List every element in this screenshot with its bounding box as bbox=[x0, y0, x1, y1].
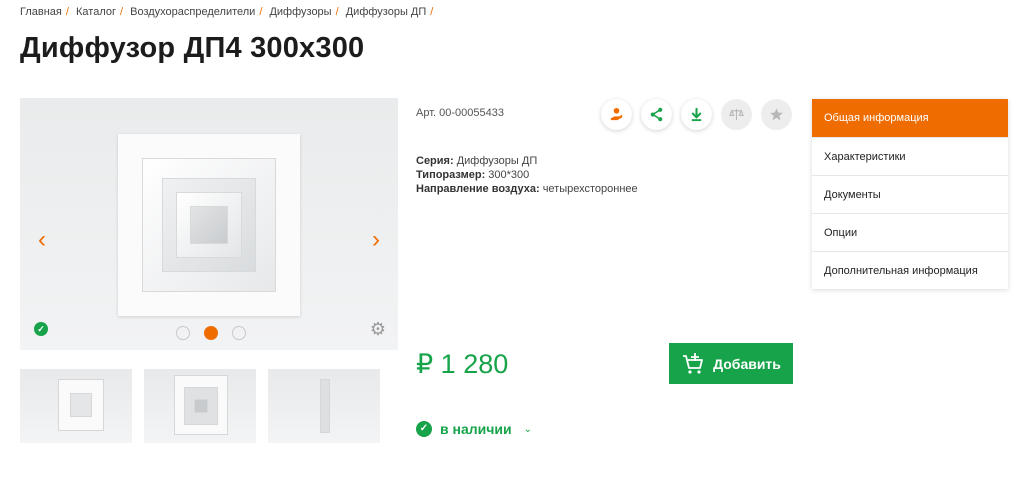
breadcrumb-dp-diffusers[interactable]: Диффузоры ДП bbox=[346, 6, 427, 18]
spec-size: Типоразмер: 300*300 bbox=[416, 169, 530, 181]
gallery-dot-active[interactable] bbox=[204, 326, 218, 340]
hand-coin-button[interactable] bbox=[601, 99, 632, 130]
download-icon bbox=[691, 107, 702, 122]
product-specs: Серия: Диффузоры ДП Типоразмер: 300*300 … bbox=[416, 154, 638, 196]
add-to-cart-button[interactable]: Добавить bbox=[669, 343, 793, 384]
product-gallery: ‹ › ✓ ⚙ bbox=[20, 98, 398, 350]
hand-coin-icon bbox=[610, 107, 623, 121]
breadcrumb-catalog[interactable]: Каталог bbox=[76, 6, 116, 18]
product-price: ₽ 1 280 bbox=[416, 349, 509, 379]
breadcrumb-separator: / bbox=[335, 6, 339, 18]
breadcrumb-separator: / bbox=[65, 6, 69, 18]
breadcrumb: Главная / Каталог / Воздухораспределители /… bbox=[20, 6, 437, 18]
page-title: Диффузор ДП4 300x300 bbox=[20, 32, 365, 64]
breadcrumb-separator: / bbox=[259, 6, 263, 18]
in-stock-check-icon: ✓ bbox=[416, 421, 432, 437]
favorite-button[interactable] bbox=[761, 99, 792, 130]
compare-button[interactable] bbox=[721, 99, 752, 130]
gear-icon[interactable]: ⚙ bbox=[370, 319, 386, 340]
spec-series: Серия: Диффузоры ДП bbox=[416, 155, 538, 167]
tab-general-info[interactable]: Общая информация bbox=[812, 99, 1008, 137]
share-button[interactable] bbox=[641, 99, 672, 130]
gallery-pagination bbox=[176, 326, 246, 340]
star-icon bbox=[770, 108, 783, 121]
thumbnail-1[interactable] bbox=[20, 369, 132, 443]
thumbnail-2[interactable] bbox=[144, 369, 256, 443]
tab-options[interactable]: Опции bbox=[812, 213, 1008, 251]
tab-documents[interactable]: Документы bbox=[812, 175, 1008, 213]
chevron-down-icon: ⌄ bbox=[523, 423, 532, 435]
tab-characteristics[interactable]: Характеристики bbox=[812, 137, 1008, 175]
gallery-dot[interactable] bbox=[176, 326, 190, 340]
breadcrumb-diffusers[interactable]: Диффузоры bbox=[269, 6, 331, 18]
breadcrumb-air-distributors[interactable]: Воздухораспределители bbox=[130, 6, 255, 18]
cart-plus-icon bbox=[683, 352, 703, 374]
product-actions bbox=[601, 99, 792, 130]
product-image[interactable] bbox=[118, 134, 300, 316]
stock-status[interactable]: ✓ в наличии ⌄ bbox=[416, 421, 532, 437]
product-tabs: Общая информация Характеристики Документ… bbox=[812, 99, 1008, 289]
spec-air-direction: Направление воздуха: четырехстороннее bbox=[416, 183, 638, 195]
certified-check-icon: ✓ bbox=[34, 322, 48, 336]
compare-scales-icon bbox=[729, 108, 744, 121]
add-to-cart-label: Добавить bbox=[713, 355, 781, 372]
tab-additional-info[interactable]: Дополнительная информация bbox=[812, 251, 1008, 289]
gallery-prev-arrow-icon[interactable]: ‹ bbox=[38, 228, 46, 252]
gallery-dot[interactable] bbox=[232, 326, 246, 340]
gallery-next-arrow-icon[interactable]: › bbox=[372, 228, 380, 252]
breadcrumb-home[interactable]: Главная bbox=[20, 6, 62, 18]
article-number: Арт. 00-00055433 bbox=[416, 107, 504, 119]
download-button[interactable] bbox=[681, 99, 712, 130]
breadcrumb-separator: / bbox=[430, 6, 434, 18]
share-icon bbox=[650, 107, 663, 122]
thumbnail-strip bbox=[20, 369, 380, 443]
stock-label: в наличии bbox=[440, 421, 512, 437]
breadcrumb-separator: / bbox=[120, 6, 124, 18]
thumbnail-3[interactable] bbox=[268, 369, 380, 443]
